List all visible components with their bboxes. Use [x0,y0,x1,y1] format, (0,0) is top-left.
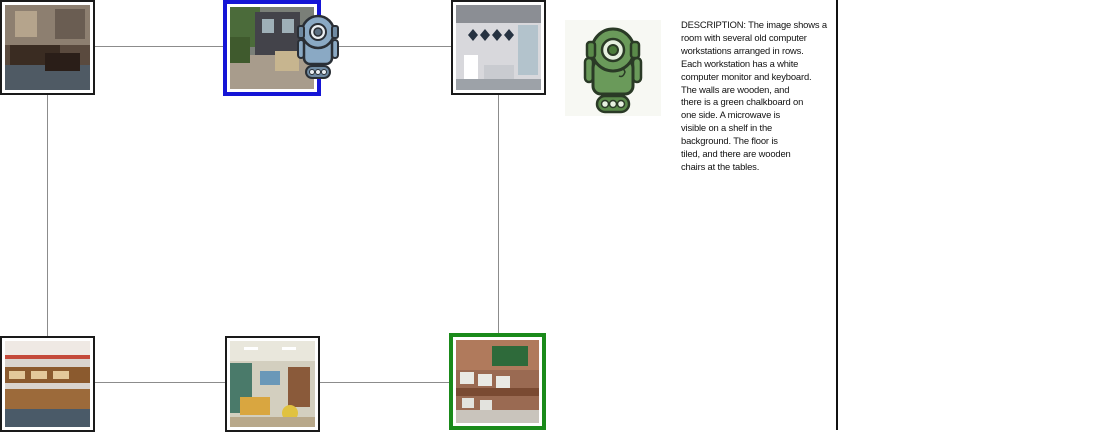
computer-lab-thumbnail [456,340,539,423]
node-top-right[interactable] [451,0,546,95]
robot-icon [297,14,339,79]
node-bottom-left[interactable] [0,336,95,432]
green-robot-icon [565,20,661,116]
edge-bottom-left-to-bottom-middle [94,382,225,383]
navigation-graph [0,0,560,432]
node-bottom-middle[interactable] [225,336,320,432]
edge-bottom-middle-to-bottom-right [320,382,451,383]
classroom-thumbnail [230,341,315,427]
edge-top-left-to-top-middle [94,46,225,47]
node-top-left[interactable] [0,0,95,95]
edge-top-left-to-bottom-left [47,94,48,337]
scene-description: DESCRIPTION: The image shows a room with… [681,19,827,172]
library-thumbnail [5,341,90,427]
node-bottom-right[interactable] [449,333,546,430]
panel-divider [836,0,838,430]
bathroom-thumbnail [456,5,541,90]
living-room-thumbnail [5,5,90,90]
edge-top-right-to-bottom-right [498,94,499,337]
